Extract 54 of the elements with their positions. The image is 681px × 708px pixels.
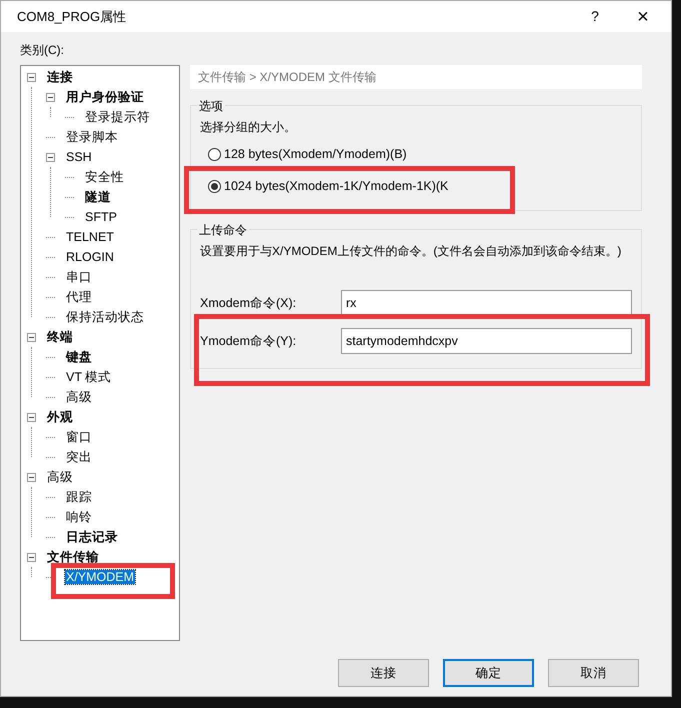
command-field[interactable]: rx xyxy=(341,290,632,316)
tree-item[interactable]: 串口 xyxy=(65,270,93,284)
dialog-button[interactable]: 确定 xyxy=(443,659,534,687)
tree-item[interactable]: 代理 xyxy=(65,290,93,304)
close-button[interactable]: × xyxy=(615,1,671,32)
tree-item[interactable]: 终端 xyxy=(46,330,74,344)
group-description: 选择分组的大小。 xyxy=(200,119,297,136)
tree-item[interactable]: 高级 xyxy=(65,390,93,404)
tree-item[interactable]: TELNET xyxy=(65,230,115,244)
tree-item[interactable]: 保持活动状态 xyxy=(65,310,145,324)
collapse-icon[interactable] xyxy=(27,552,36,562)
tree-item[interactable]: 跟踪 xyxy=(65,490,93,504)
window-title: COM8_PROG属性 xyxy=(17,8,128,26)
radio-button[interactable] xyxy=(208,148,221,160)
tree-item[interactable]: 连接 xyxy=(46,70,74,84)
collapse-icon[interactable] xyxy=(27,72,36,82)
tree-item[interactable]: SSH xyxy=(65,150,93,164)
tree-item[interactable]: 高级 xyxy=(46,470,74,484)
collapse-icon[interactable] xyxy=(27,472,36,482)
radio-button[interactable] xyxy=(208,180,221,192)
collapse-icon[interactable] xyxy=(27,332,36,342)
tree-item[interactable]: 响铃 xyxy=(65,510,93,524)
tree-item[interactable]: 文件传输 xyxy=(46,550,100,564)
tree-item[interactable]: 安全性 xyxy=(84,170,125,184)
collapse-icon[interactable] xyxy=(46,152,55,162)
dialog-button[interactable]: 连接 xyxy=(338,659,429,687)
group-title: 上传命令 xyxy=(197,221,249,239)
tree-item[interactable]: 外观 xyxy=(46,410,74,424)
tree-item[interactable]: 隧道 xyxy=(84,190,112,204)
category-tree[interactable]: 连接 用户身份验证 登录提示符 登录脚本 SSH 安全性 隧道 SFTP TELNET RLOGIN 串口 代理 保持活动状态 终端 键盘 VT 模式 高级 外观 窗口 突出 高级 跟踪 响铃 日志记录 文件传输 X/YMODEM xyxy=(20,65,180,641)
tree-item[interactable]: RLOGIN xyxy=(65,250,115,264)
collapse-icon[interactable] xyxy=(27,412,36,422)
tree-item[interactable]: 用户身份验证 xyxy=(65,90,145,104)
tree-item[interactable]: 登录脚本 xyxy=(65,130,119,144)
command-field[interactable]: startymodemhdcxpv xyxy=(341,328,632,354)
tree-item[interactable]: 键盘 xyxy=(65,350,93,364)
field-label: Xmodem命令(X): xyxy=(200,294,298,312)
help-button[interactable]: ? xyxy=(575,1,615,32)
breadcrumb-bar: 文件传输 > X/YMODEM 文件传输 xyxy=(190,65,642,89)
dialog-button[interactable]: 取消 xyxy=(548,659,639,687)
tree-item[interactable]: VT 模式 xyxy=(65,370,112,384)
tree-item[interactable]: 日志记录 xyxy=(65,530,119,544)
collapse-icon[interactable] xyxy=(46,92,55,102)
radio-label[interactable]: 128 bytes(Xmodem/Ymodem)(B) xyxy=(224,144,407,164)
tree-item[interactable]: 突出 xyxy=(65,450,93,464)
tree-item[interactable]: 登录提示符 xyxy=(84,110,151,124)
group-title: 选项 xyxy=(197,97,225,115)
radio-label[interactable]: 1024 bytes(Xmodem-1K/Ymodem-1K)(K xyxy=(224,176,448,196)
category-label: 类别(C): xyxy=(20,42,65,59)
tree-item[interactable]: 窗口 xyxy=(65,430,93,444)
field-label: Ymodem命令(Y): xyxy=(200,332,298,350)
group-description: 设置要用于与X/YMODEM上传文件的命令。(文件名会自动添加到该命令结束。) xyxy=(200,243,622,260)
tree-item[interactable]: SFTP xyxy=(84,210,118,224)
tree-item[interactable]: X/YMODEM xyxy=(65,570,136,584)
